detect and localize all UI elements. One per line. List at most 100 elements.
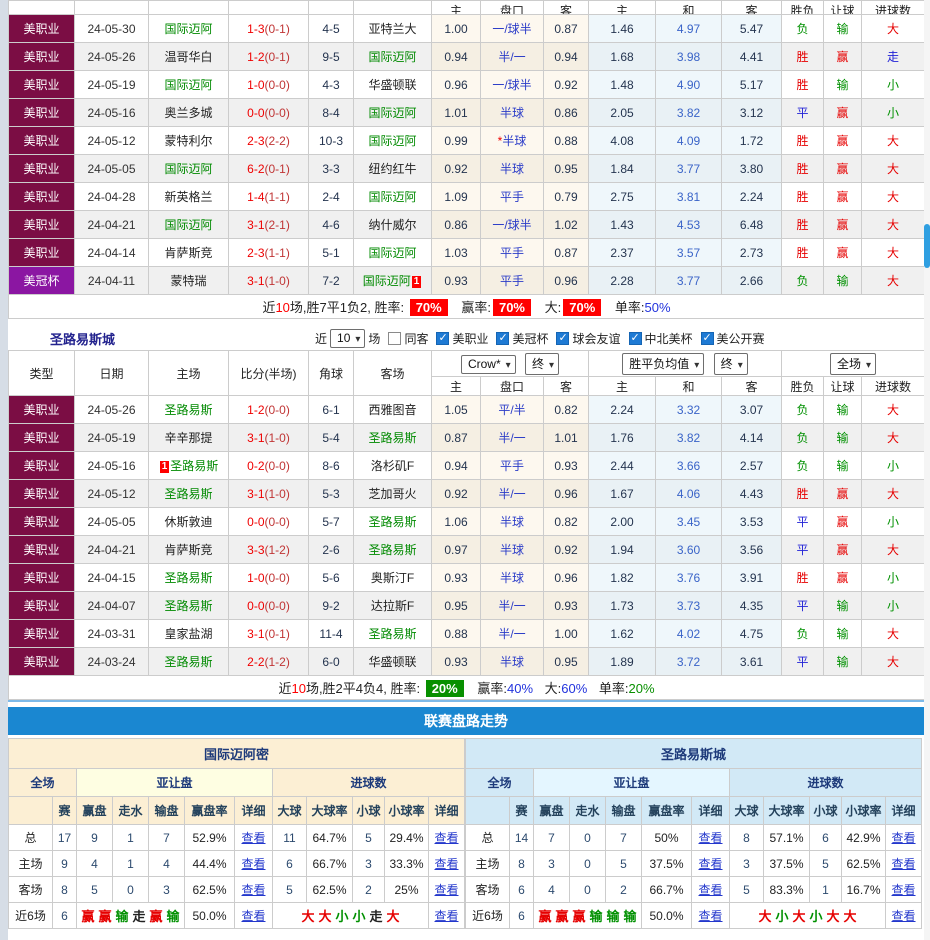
home-team-link[interactable]: 圣路易斯 [170,459,218,473]
view-detail-link[interactable]: 查看 [435,909,459,923]
home-team-link[interactable]: 蒙特利尔 [164,134,212,148]
result-cell: 胜 [781,479,825,508]
result-cell: 平 [781,507,825,536]
stlouis-filter-bar: 圣路易斯城 近 10 场 同客 美职业 美冠杯 球会友谊 中北美杯 美公开赛 [8,327,924,349]
away-team-link[interactable]: 亚特兰大 [368,22,416,36]
view-detail-link[interactable]: 查看 [435,857,459,871]
scope-select[interactable]: 全场 [830,352,877,375]
away-team-link[interactable]: 芝加哥火 [368,487,416,501]
away-team-link[interactable]: 洛杉矶F [371,459,414,473]
euro-draw-odds: 3.76 [655,563,722,592]
view-detail-link[interactable]: 查看 [435,883,459,897]
home-team-link[interactable]: 国际迈阿 [164,78,212,92]
corner-count: 2-6 [308,535,354,564]
home-team-cell: 皇家盐湖 [148,619,229,648]
match-row: 美职业 24-04-14 肯萨斯竞 2-3(1-1) 5-1 国际迈阿 1.03 平手 0.87… [8,238,925,267]
away-team-link[interactable]: 圣路易斯 [368,627,416,641]
full-time-score: 3-3 [247,542,265,557]
home-team-link[interactable]: 肯萨斯竞 [164,543,212,557]
home-team-link[interactable]: 肯萨斯竞 [164,246,212,260]
league-type-cell: 美职业 [8,98,75,127]
goal-result-cell: 大 [861,238,925,267]
summary-prefix: 近 [278,681,292,696]
home-team-link[interactable]: 圣路易斯 [164,599,212,613]
home-team-link[interactable]: 圣路易斯 [164,571,212,585]
euro-odds-source-select[interactable]: 胜平负均值 [622,352,705,375]
euro-odds-state-select[interactable]: 终 [713,352,748,375]
home-team-cell: 蒙特利尔 [148,126,229,155]
result-cell: 胜 [781,210,824,239]
view-detail-link[interactable]: 查看 [241,883,265,897]
filter-checkbox[interactable] [700,331,714,345]
home-team-link[interactable]: 皇家盐湖 [164,627,212,641]
home-team-link[interactable]: 蒙特瑞 [170,274,206,288]
away-team-link[interactable]: 圣路易斯 [368,515,416,529]
sequence-item: 走 [369,909,383,924]
home-team-link[interactable]: 休斯敦迪 [164,515,212,529]
away-team-cell: 达拉斯F [353,591,432,620]
filter-checkbox[interactable] [628,331,642,345]
away-team-link[interactable]: 圣路易斯 [368,431,416,445]
asian-handicap: 半球 [480,563,544,592]
asia-odds-state-select[interactable]: 终 [525,352,560,375]
scrollbar-thumb[interactable] [924,224,930,268]
home-team-link[interactable]: 圣路易斯 [164,403,212,417]
home-team-link[interactable]: 圣路易斯 [164,487,212,501]
corner-count: 5-4 [308,423,354,452]
view-detail-link[interactable]: 查看 [699,909,723,923]
home-team-link[interactable]: 辛辛那提 [164,431,212,445]
home-team-link[interactable]: 圣路易斯 [164,655,212,669]
home-team-link[interactable]: 国际迈阿 [164,162,212,176]
away-team-link[interactable]: 奥斯汀F [371,571,414,585]
home-team-link[interactable]: 国际迈阿 [164,22,212,36]
match-date: 24-05-26 [74,42,149,71]
away-team-link[interactable]: 圣路易斯 [368,543,416,557]
away-team-link[interactable]: 国际迈阿 [363,274,411,288]
scrollbar-track[interactable] [924,0,930,940]
filter-checkbox[interactable] [556,331,570,345]
league-type-cell: 美职业 [8,535,75,564]
away-team-link[interactable]: 国际迈阿 [368,190,416,204]
away-team-link[interactable]: 国际迈阿 [368,50,416,64]
filter-checkbox[interactable] [496,331,510,345]
view-detail-link[interactable]: 查看 [241,831,265,845]
away-team-link[interactable]: 国际迈阿 [368,106,416,120]
view-detail-link[interactable]: 查看 [699,883,723,897]
goal-result-cell: 大 [861,619,926,648]
view-detail-link[interactable]: 查看 [892,857,916,871]
away-team-link[interactable]: 华盛顿联 [368,655,416,669]
recent-games-select[interactable]: 10 [330,328,366,348]
bookmaker-select[interactable]: Crow* [460,354,516,374]
view-detail-link[interactable]: 查看 [241,857,265,871]
away-team-link[interactable]: 华盛顿联 [368,78,416,92]
match-date: 24-05-19 [74,423,149,452]
home-team-link[interactable]: 奥兰多城 [164,106,212,120]
away-team-link[interactable]: 纳什威尔 [368,218,416,232]
view-detail-link[interactable]: 查看 [892,883,916,897]
away-team-link[interactable]: 西雅图音 [368,403,416,417]
home-team-link[interactable]: 新英格兰 [164,190,212,204]
away-team-link[interactable]: 国际迈阿 [368,246,416,260]
home-team-link[interactable]: 温哥华白 [164,50,212,64]
away-team-link[interactable]: 纽约红牛 [368,162,416,176]
view-detail-link[interactable]: 查看 [699,831,723,845]
euro-away-odds: 4.75 [720,619,783,648]
asian-handicap: 半/一 [480,591,544,620]
euro-draw-odds: 3.82 [655,423,722,452]
view-detail-link[interactable]: 查看 [699,857,723,871]
home-team-link[interactable]: 国际迈阿 [164,218,212,232]
view-detail-link[interactable]: 查看 [435,831,459,845]
trend-row-label: 近6场 [8,902,53,929]
away-team-link[interactable]: 国际迈阿 [368,134,416,148]
view-detail-link[interactable]: 查看 [892,909,916,923]
asian-away-odds: 0.95 [543,647,589,676]
stlouis-match-table: 类型 日期 主场 比分(半场) 角球 客场 Crow* 终 胜平负均值 终 全场 [7,350,926,700]
half-time-score: (0-0) [264,458,290,473]
view-detail-link[interactable]: 查看 [892,831,916,845]
filter-checkbox[interactable] [436,331,450,345]
filter-checkbox[interactable] [388,331,402,345]
result-cell: 胜 [781,238,824,267]
trend-row: 客场 8 5 0 3 62.5% 查看 5 62.5% 2 25% 查看 [8,876,466,903]
away-team-link[interactable]: 达拉斯F [371,599,414,613]
view-detail-link[interactable]: 查看 [241,909,265,923]
